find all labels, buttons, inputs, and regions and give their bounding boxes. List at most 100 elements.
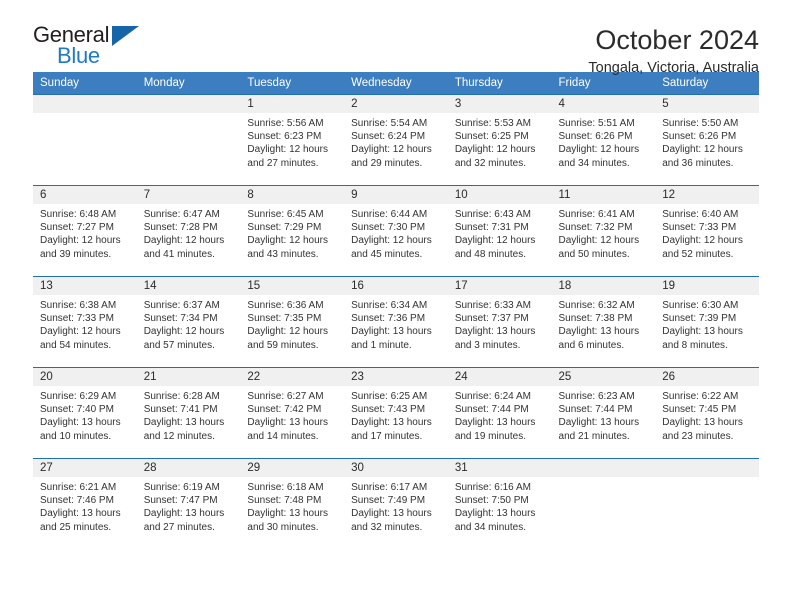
- day-cell-inner: 15 Sunrise: 6:36 AM Sunset: 7:35 PM Dayligh…: [240, 277, 345, 367]
- calendar-day-cell[interactable]: 6 Sunrise: 6:48 AM Sunset: 7:27 PM Daylight…: [33, 185, 137, 277]
- daylight-text-line2: and 57 minutes.: [143, 339, 215, 351]
- calendar-day-cell[interactable]: 23 Sunrise: 6:25 AM Sunset: 7:43 PM Dayligh…: [344, 367, 448, 459]
- generalblue-logo: General Blue: [33, 24, 153, 70]
- daylight-text-line1: Daylight: 13 hours: [143, 417, 225, 429]
- sunrise-text: Sunrise: 6:36 AM: [247, 300, 324, 311]
- daylight-text-line1: Daylight: 12 hours: [454, 235, 536, 247]
- calendar-day-cell[interactable]: 13 Sunrise: 6:38 AM Sunset: 7:33 PM Dayligh…: [33, 276, 137, 368]
- day-details: Sunrise: 6:22 AM Sunset: 7:45 PM Daylight:…: [655, 386, 759, 443]
- calendar-day-cell[interactable]: 26 Sunrise: 6:22 AM Sunset: 7:45 PM Dayligh…: [655, 367, 759, 459]
- daylight-text-line1: Daylight: 13 hours: [247, 508, 329, 520]
- weekday-header-tuesday: Tuesday: [240, 72, 345, 95]
- calendar-week-row: 13 Sunrise: 6:38 AM Sunset: 7:33 PM Dayligh…: [33, 276, 759, 368]
- calendar-day-cell[interactable]: 18 Sunrise: 6:32 AM Sunset: 7:38 PM Dayligh…: [551, 276, 656, 368]
- calendar-day-cell[interactable]: 20 Sunrise: 6:29 AM Sunset: 7:40 PM Dayligh…: [33, 367, 137, 459]
- sunset-text: Sunset: 7:29 PM: [247, 222, 322, 234]
- daylight-text-line1: Daylight: 12 hours: [454, 144, 536, 156]
- sunset-text: Sunset: 6:25 PM: [454, 131, 529, 143]
- sunrise-text: Sunrise: 6:29 AM: [40, 391, 117, 402]
- calendar-day-cell[interactable]: 8 Sunrise: 6:45 AM Sunset: 7:29 PM Daylight…: [240, 185, 345, 277]
- calendar-day-cell[interactable]: 21 Sunrise: 6:28 AM Sunset: 7:41 PM Dayligh…: [136, 367, 241, 459]
- sunset-text: Sunset: 7:37 PM: [454, 313, 529, 325]
- day-details: Sunrise: 5:51 AM Sunset: 6:26 PM Daylight:…: [552, 113, 656, 170]
- daylight-text-line2: and 19 minutes.: [454, 430, 526, 442]
- daylight-text-line2: and 8 minutes.: [662, 339, 728, 351]
- day-cell-inner: 12 Sunrise: 6:40 AM Sunset: 7:33 PM Dayligh…: [655, 186, 759, 276]
- day-number: 10: [447, 186, 552, 204]
- calendar-grid: Sunday Monday Tuesday Wednesday Thursday…: [33, 72, 759, 549]
- daylight-text-line1: Daylight: 13 hours: [454, 508, 536, 520]
- day-cell-inner: 3 Sunrise: 5:53 AM Sunset: 6:25 PM Daylight…: [447, 95, 552, 185]
- day-number: 17: [447, 277, 552, 295]
- sunrise-text: Sunrise: 6:18 AM: [247, 482, 324, 493]
- day-details: Sunrise: 5:54 AM Sunset: 6:24 PM Daylight:…: [344, 113, 448, 170]
- calendar-day-cell[interactable]: 31 Sunrise: 6:16 AM Sunset: 7:50 PM Dayligh…: [447, 458, 552, 549]
- sunset-text: Sunset: 6:23 PM: [247, 131, 322, 143]
- daylight-text-line2: and 34 minutes.: [454, 521, 526, 533]
- sunrise-text: Sunrise: 6:21 AM: [40, 482, 117, 493]
- calendar-day-cell[interactable]: 10 Sunrise: 6:43 AM Sunset: 7:31 PM Dayligh…: [447, 185, 552, 277]
- day-cell-inner: 1 Sunrise: 5:56 AM Sunset: 6:23 PM Daylight…: [240, 95, 345, 185]
- calendar-day-cell[interactable]: 25 Sunrise: 6:23 AM Sunset: 7:44 PM Dayligh…: [551, 367, 656, 459]
- sunset-text: Sunset: 7:48 PM: [247, 495, 322, 507]
- daylight-text-line1: Daylight: 13 hours: [454, 417, 536, 429]
- day-details: Sunrise: 6:38 AM Sunset: 7:33 PM Daylight:…: [33, 295, 137, 352]
- day-details: Sunrise: 6:37 AM Sunset: 7:34 PM Daylight:…: [137, 295, 241, 352]
- daylight-text-line1: Daylight: 13 hours: [662, 417, 743, 429]
- sunset-text: Sunset: 7:38 PM: [558, 313, 633, 325]
- sunset-text: Sunset: 7:50 PM: [454, 495, 529, 507]
- daylight-text-line2: and 1 minute.: [351, 339, 412, 351]
- calendar-day-cell[interactable]: 7 Sunrise: 6:47 AM Sunset: 7:28 PM Daylight…: [136, 185, 241, 277]
- calendar-day-cell[interactable]: 9 Sunrise: 6:44 AM Sunset: 7:30 PM Daylight…: [344, 185, 448, 277]
- day-cell-inner: 4 Sunrise: 5:51 AM Sunset: 6:26 PM Daylight…: [551, 95, 656, 185]
- weekday-header-monday: Monday: [136, 72, 241, 95]
- day-cell-inner: 28 Sunrise: 6:19 AM Sunset: 7:47 PM Dayligh…: [136, 459, 241, 549]
- sunrise-text: Sunrise: 6:27 AM: [247, 391, 324, 402]
- calendar-day-cell[interactable]: 15 Sunrise: 6:36 AM Sunset: 7:35 PM Dayligh…: [240, 276, 345, 368]
- calendar-page: General Blue October 2024 Tongala, Victo…: [0, 0, 792, 612]
- day-number: 18: [551, 277, 656, 295]
- calendar-day-cell[interactable]: 27 Sunrise: 6:21 AM Sunset: 7:46 PM Dayligh…: [33, 458, 137, 549]
- day-number: 8: [240, 186, 345, 204]
- calendar-day-cell[interactable]: 4 Sunrise: 5:51 AM Sunset: 6:26 PM Daylight…: [551, 94, 656, 186]
- daylight-text-line2: and 29 minutes.: [351, 157, 423, 169]
- daylight-text-line1: Daylight: 12 hours: [247, 326, 329, 338]
- calendar-day-cell[interactable]: 29 Sunrise: 6:18 AM Sunset: 7:48 PM Dayligh…: [240, 458, 345, 549]
- daylight-text-line1: Daylight: 12 hours: [143, 235, 225, 247]
- daylight-text-line2: and 50 minutes.: [558, 248, 630, 260]
- day-details: Sunrise: 6:41 AM Sunset: 7:32 PM Daylight:…: [552, 204, 656, 261]
- calendar-day-cell[interactable]: 1 Sunrise: 5:56 AM Sunset: 6:23 PM Daylight…: [240, 94, 345, 186]
- sunrise-text: Sunrise: 6:47 AM: [143, 209, 220, 220]
- sunrise-text: Sunrise: 6:33 AM: [454, 300, 531, 311]
- daylight-text-line1: Daylight: 12 hours: [351, 235, 432, 247]
- sunset-text: Sunset: 7:33 PM: [40, 313, 114, 325]
- calendar-day-cell[interactable]: 3 Sunrise: 5:53 AM Sunset: 6:25 PM Daylight…: [447, 94, 552, 186]
- day-number: 20: [33, 368, 137, 386]
- day-number: 16: [344, 277, 448, 295]
- day-cell-inner: 24 Sunrise: 6:24 AM Sunset: 7:44 PM Dayligh…: [447, 368, 552, 458]
- calendar-day-cell[interactable]: 19 Sunrise: 6:30 AM Sunset: 7:39 PM Dayligh…: [655, 276, 759, 368]
- daylight-text-line1: Daylight: 12 hours: [662, 144, 743, 156]
- calendar-week-row: 1 Sunrise: 5:56 AM Sunset: 6:23 PM Daylight…: [33, 94, 759, 186]
- day-details: Sunrise: 6:44 AM Sunset: 7:30 PM Daylight:…: [344, 204, 448, 261]
- calendar-day-cell[interactable]: 5 Sunrise: 5:50 AM Sunset: 6:26 PM Daylight…: [655, 94, 759, 186]
- daylight-text-line1: Daylight: 12 hours: [143, 326, 225, 338]
- day-number: 15: [240, 277, 345, 295]
- calendar-day-cell[interactable]: 14 Sunrise: 6:37 AM Sunset: 7:34 PM Dayligh…: [136, 276, 241, 368]
- calendar-day-cell[interactable]: 16 Sunrise: 6:34 AM Sunset: 7:36 PM Dayligh…: [344, 276, 448, 368]
- day-details: Sunrise: 6:32 AM Sunset: 7:38 PM Daylight:…: [552, 295, 656, 352]
- calendar-day-cell[interactable]: 11 Sunrise: 6:41 AM Sunset: 7:32 PM Dayligh…: [551, 185, 656, 277]
- day-cell-inner: 13 Sunrise: 6:38 AM Sunset: 7:33 PM Dayligh…: [33, 277, 137, 367]
- calendar-day-cell[interactable]: 24 Sunrise: 6:24 AM Sunset: 7:44 PM Dayligh…: [447, 367, 552, 459]
- sunset-text: Sunset: 7:44 PM: [454, 404, 529, 416]
- sunset-text: Sunset: 7:36 PM: [351, 313, 426, 325]
- day-details: Sunrise: 6:29 AM Sunset: 7:40 PM Daylight:…: [33, 386, 137, 443]
- logo-triangle-icon: [112, 26, 139, 46]
- calendar-day-cell[interactable]: 30 Sunrise: 6:17 AM Sunset: 7:49 PM Dayligh…: [344, 458, 448, 549]
- calendar-day-cell[interactable]: 17 Sunrise: 6:33 AM Sunset: 7:37 PM Dayligh…: [447, 276, 552, 368]
- day-cell-inner: 11 Sunrise: 6:41 AM Sunset: 7:32 PM Dayligh…: [551, 186, 656, 276]
- calendar-day-cell[interactable]: 22 Sunrise: 6:27 AM Sunset: 7:42 PM Dayligh…: [240, 367, 345, 459]
- calendar-day-cell[interactable]: 2 Sunrise: 5:54 AM Sunset: 6:24 PM Daylight…: [344, 94, 448, 186]
- calendar-day-cell[interactable]: 12 Sunrise: 6:40 AM Sunset: 7:33 PM Dayligh…: [655, 185, 759, 277]
- calendar-day-cell[interactable]: 28 Sunrise: 6:19 AM Sunset: 7:47 PM Dayligh…: [136, 458, 241, 549]
